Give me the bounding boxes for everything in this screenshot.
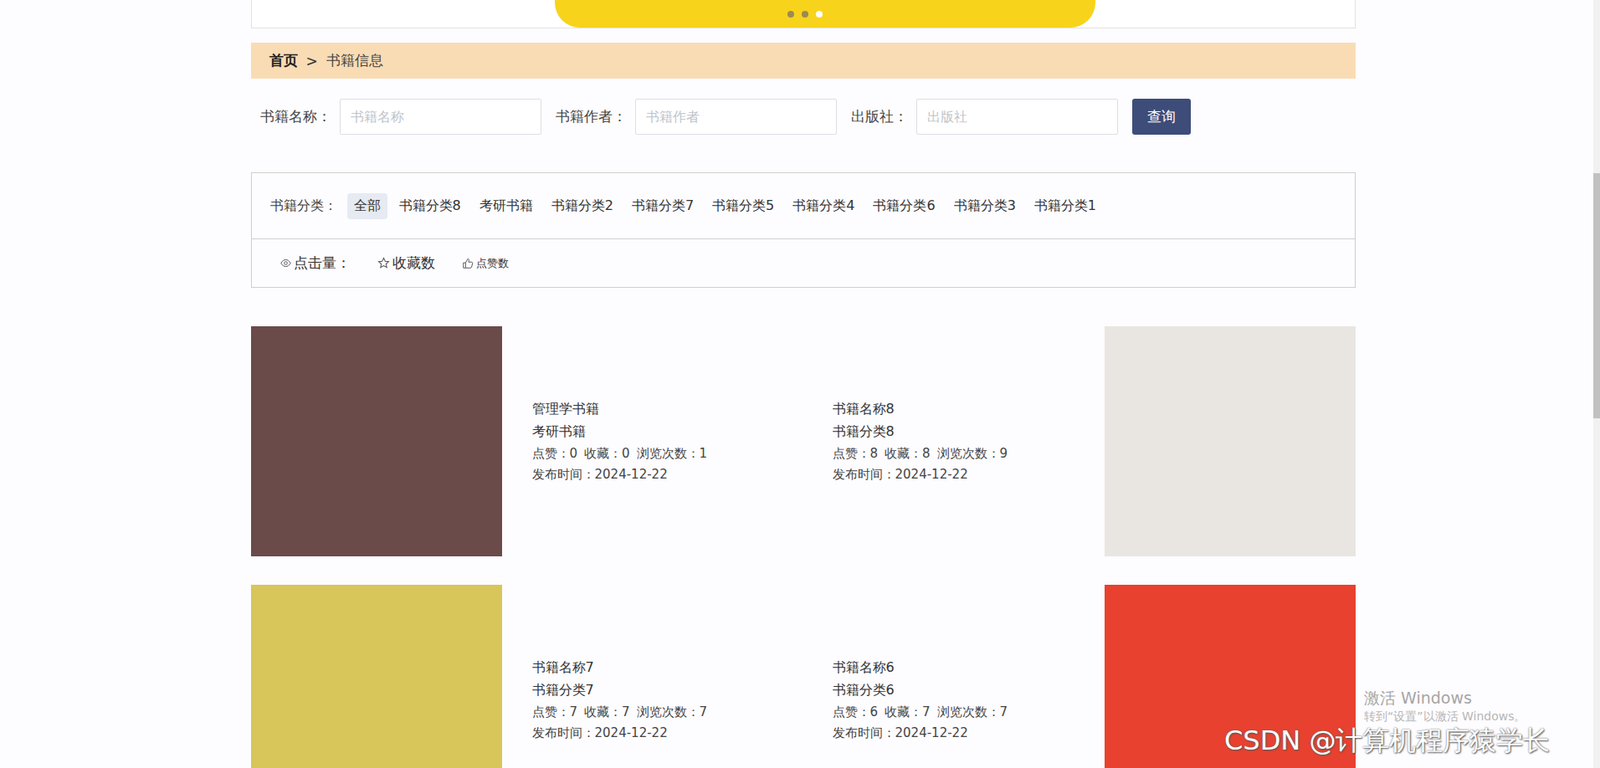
category-item[interactable]: 考研书籍 bbox=[472, 193, 540, 220]
book-stats: 点赞：8 收藏：8 浏览次数：9 bbox=[832, 446, 1009, 462]
book-likes: 点赞：7 bbox=[532, 704, 579, 721]
star-icon bbox=[377, 256, 390, 270]
field-label: 书籍名称： bbox=[260, 107, 332, 127]
book-cover[interactable] bbox=[1104, 326, 1356, 557]
sort-views[interactable]: 点击量： bbox=[280, 253, 351, 273]
search-input[interactable] bbox=[339, 98, 542, 135]
field-label: 书籍作者： bbox=[555, 107, 627, 127]
book-stats: 点赞：6 收藏：7 浏览次数：7 bbox=[832, 704, 1009, 721]
book-cover[interactable] bbox=[251, 584, 503, 768]
book-views: 浏览次数：1 bbox=[636, 446, 708, 462]
book-views: 浏览次数：9 bbox=[937, 446, 1009, 462]
book-likes: 点赞：0 bbox=[532, 446, 579, 462]
book-card[interactable]: 书籍名称8 书籍分类8 点赞：8 收藏：8 浏览次数：9 发布时间：2024-12-22 bbox=[803, 326, 1356, 557]
search-input[interactable] bbox=[635, 98, 837, 135]
book-name[interactable]: 书籍名称8 bbox=[832, 400, 1009, 419]
csdn-watermark: CSDN @计算机程序猿学长 bbox=[1224, 723, 1550, 760]
scrollbar[interactable] bbox=[1593, 0, 1600, 768]
breadcrumb-separator: > bbox=[306, 52, 318, 70]
book-favorites: 收藏：8 bbox=[884, 446, 931, 462]
book-card[interactable]: 书籍名称7 书籍分类7 点赞：7 收藏：7 浏览次数：7 发布时间：2024-12-22 bbox=[251, 584, 804, 768]
book-date: 发布时间：2024-12-22 bbox=[532, 725, 708, 742]
book-date: 发布时间：2024-12-22 bbox=[832, 466, 1009, 483]
book-category: 书籍分类8 bbox=[832, 423, 1009, 442]
query-button[interactable]: 查询 bbox=[1132, 98, 1191, 135]
search-bar: 书籍名称： 书籍作者： 出版社： 查询 bbox=[251, 98, 1356, 135]
book-category: 书籍分类7 bbox=[532, 682, 708, 700]
category-item[interactable]: 全部 bbox=[347, 193, 388, 220]
category-item[interactable]: 书籍分类5 bbox=[705, 193, 781, 220]
category-item[interactable]: 书籍分类4 bbox=[785, 193, 862, 220]
book-category: 书籍分类6 bbox=[832, 682, 1009, 700]
category-label: 书籍分类： bbox=[270, 197, 338, 216]
book-cover[interactable] bbox=[1104, 584, 1356, 768]
breadcrumb-current: 书籍信息 bbox=[326, 51, 384, 71]
activation-hint: 转到“设置”以激活 Windows。 bbox=[1364, 709, 1526, 725]
sort-likes[interactable]: 点赞数 bbox=[461, 256, 509, 272]
book-views: 浏览次数：7 bbox=[636, 704, 708, 721]
carousel-dot[interactable] bbox=[787, 10, 795, 18]
sort-favorites[interactable]: 收藏数 bbox=[377, 253, 436, 273]
carousel-dot[interactable] bbox=[815, 10, 823, 18]
field-label: 出版社： bbox=[851, 107, 908, 127]
search-field: 书籍名称： bbox=[260, 98, 542, 135]
book-card[interactable]: 管理学书籍考研书籍点赞：0 收藏：0 浏览次数：1 发布时间：2024-12-22 bbox=[251, 326, 804, 557]
book-likes: 点赞：8 bbox=[832, 446, 879, 462]
book-name[interactable]: 书籍名称6 bbox=[832, 659, 1009, 677]
thumb-up-icon bbox=[461, 257, 474, 270]
book-list: 管理学书籍考研书籍点赞：0收藏：0浏览次数：1发布时间：2024-12-22书籍… bbox=[251, 326, 1356, 768]
sort-bar: 点击量： 收藏数 点赞数 bbox=[251, 239, 1356, 288]
book-likes: 点赞：6 bbox=[832, 704, 879, 721]
scrollbar-thumb[interactable] bbox=[1593, 173, 1600, 419]
category-item[interactable]: 书籍分类2 bbox=[544, 193, 621, 220]
book-date: 发布时间：2024-12-22 bbox=[832, 725, 1009, 742]
category-item[interactable]: 书籍分类8 bbox=[392, 193, 468, 220]
category-item[interactable]: 书籍分类6 bbox=[866, 193, 942, 220]
carousel-dots bbox=[787, 10, 823, 18]
search-field: 书籍作者： bbox=[555, 98, 837, 135]
breadcrumb-home[interactable]: 首页 bbox=[269, 51, 298, 71]
page: 首页>书籍信息书籍名称：书籍作者：出版社：查询书籍分类：全部书籍分类8考研书籍书… bbox=[0, 0, 1600, 768]
book-category: 考研书籍 bbox=[532, 423, 708, 442]
book-date: 发布时间：2024-12-22 bbox=[532, 466, 708, 483]
activation-watermark: 激活 Windows转到“设置”以激活 Windows。 bbox=[1364, 687, 1526, 725]
content: 首页>书籍信息书籍名称：书籍作者：出版社：查询书籍分类：全部书籍分类8考研书籍书… bbox=[245, 0, 1356, 768]
search-field: 出版社： bbox=[851, 98, 1118, 135]
book-views: 浏览次数：7 bbox=[937, 704, 1009, 721]
book-cover[interactable] bbox=[251, 326, 503, 557]
category-item[interactable]: 书籍分类3 bbox=[947, 193, 1023, 220]
book-name[interactable]: 管理学书籍 bbox=[532, 400, 708, 419]
banner bbox=[251, 0, 1356, 29]
book-info: 管理学书籍考研书籍点赞：0 收藏：0 浏览次数：1 发布时间：2024-12-22 bbox=[532, 400, 708, 483]
book-stats: 点赞：0 收藏：0 浏览次数：1 bbox=[532, 446, 708, 462]
book-name[interactable]: 书籍名称7 bbox=[532, 659, 708, 677]
search-input[interactable] bbox=[916, 98, 1118, 135]
book-stats: 点赞：7 收藏：7 浏览次数：7 bbox=[532, 704, 708, 721]
category-item[interactable]: 书籍分类1 bbox=[1027, 193, 1103, 220]
book-favorites: 收藏：7 bbox=[884, 704, 931, 721]
book-info: 书籍名称6 书籍分类6 点赞：6 收藏：7 浏览次数：7 发布时间：2024-12-22 bbox=[832, 659, 1009, 742]
book-favorites: 收藏：0 bbox=[584, 446, 631, 462]
breadcrumb: 首页 > 书籍信息 bbox=[251, 42, 1356, 79]
category-item[interactable]: 书籍分类7 bbox=[625, 193, 701, 220]
book-favorites: 收藏：7 bbox=[584, 704, 631, 721]
banner-image bbox=[554, 0, 1096, 28]
carousel-dot[interactable] bbox=[801, 10, 809, 18]
book-card[interactable]: 书籍名称6 书籍分类6 点赞：6 收藏：7 浏览次数：7 发布时间：2024-12-22 bbox=[803, 584, 1356, 768]
activation-title: 激活 Windows bbox=[1364, 687, 1526, 710]
eye-icon bbox=[280, 257, 292, 269]
book-info: 书籍名称8 书籍分类8 点赞：8 收藏：8 浏览次数：9 发布时间：2024-12-22 bbox=[832, 400, 1009, 483]
book-info: 书籍名称7 书籍分类7 点赞：7 收藏：7 浏览次数：7 发布时间：2024-12-22 bbox=[532, 659, 708, 742]
category-filter: 书籍分类：全部书籍分类8考研书籍书籍分类2书籍分类7书籍分类5书籍分类4书籍分类… bbox=[251, 172, 1356, 240]
